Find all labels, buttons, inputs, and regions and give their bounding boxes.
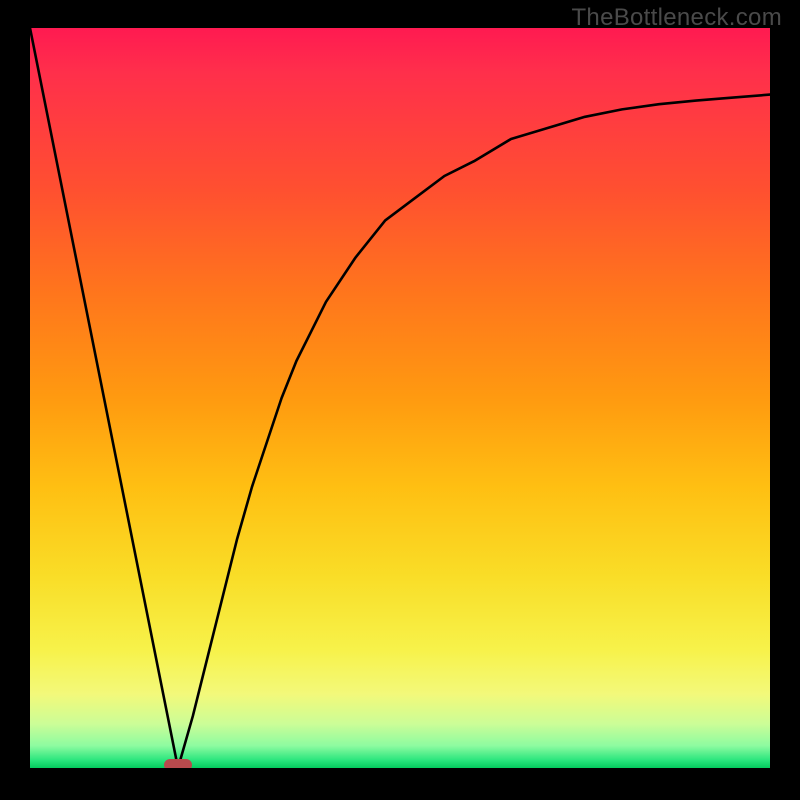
bottleneck-curve xyxy=(30,28,770,768)
minimum-marker xyxy=(164,759,192,768)
plot-area xyxy=(30,28,770,768)
watermark-text: TheBottleneck.com xyxy=(571,4,782,32)
